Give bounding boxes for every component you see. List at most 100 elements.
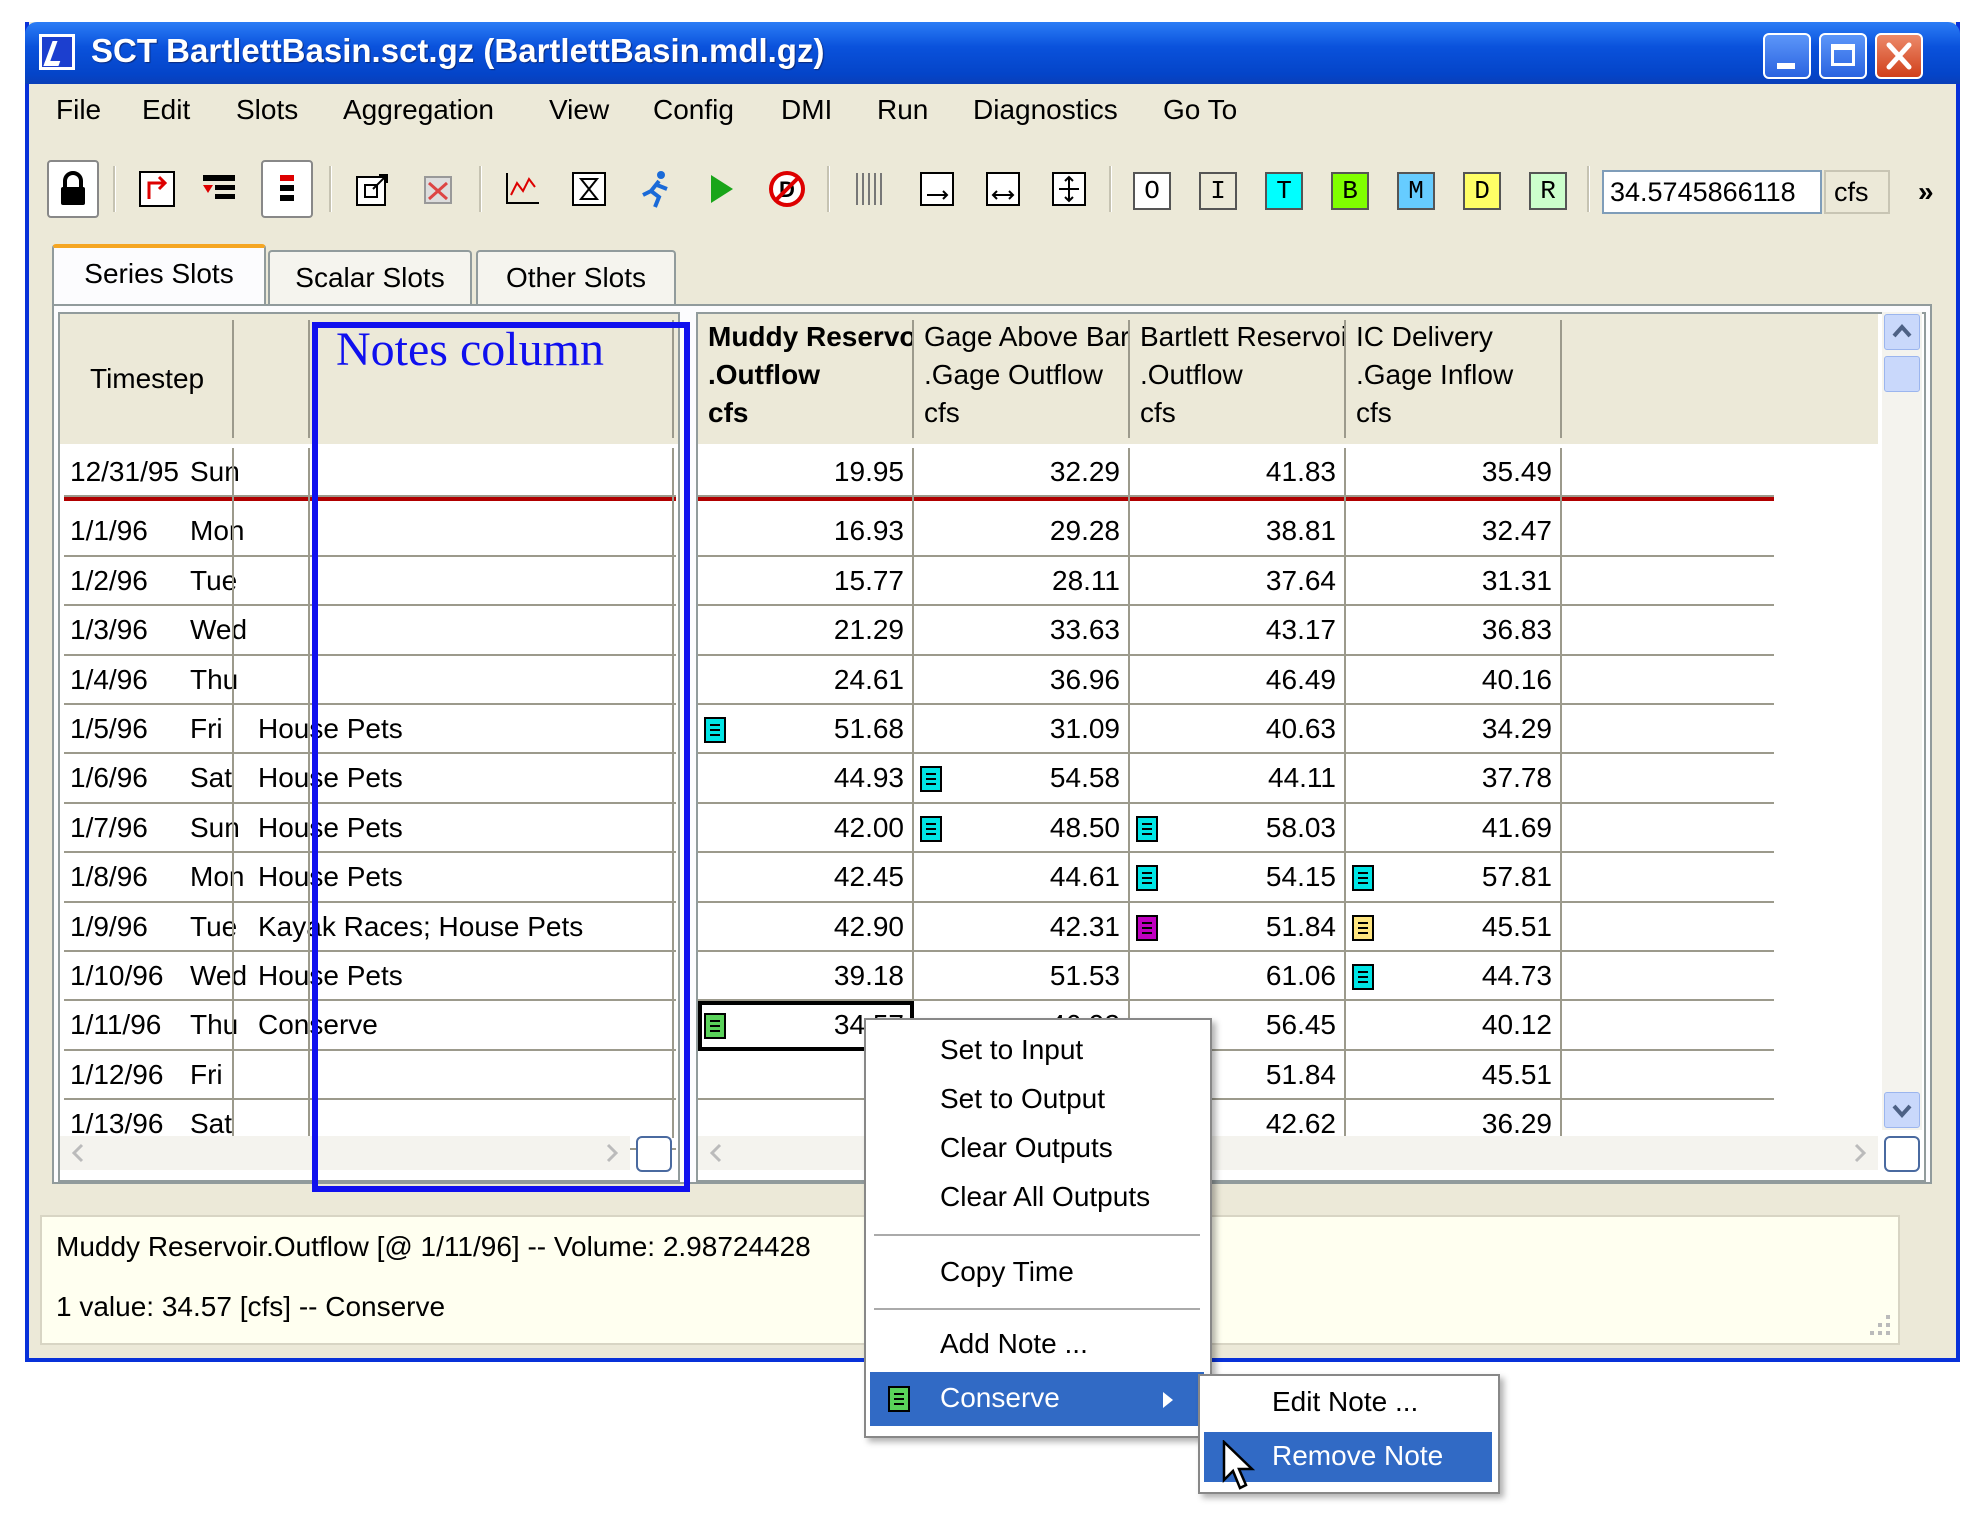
menu-aggregation[interactable]: Aggregation xyxy=(343,94,494,126)
value-cell[interactable]: 45.51 xyxy=(1346,1051,1552,1099)
value-cell[interactable]: 21.29 xyxy=(698,606,904,654)
value-cell[interactable]: 44.61 xyxy=(914,853,1120,901)
table-row[interactable]: 24.61 36.96 46.49 40.16 xyxy=(698,656,1778,705)
table-row[interactable]: 42.90 42.31 51.84 45.51 xyxy=(698,903,1778,952)
menu-go-to[interactable]: Go To xyxy=(1163,94,1237,126)
unit-field[interactable]: cfs xyxy=(1824,170,1890,214)
table-row[interactable]: 21.29 33.63 43.17 36.83 xyxy=(698,606,1778,655)
value-cell[interactable]: 44.11 xyxy=(1130,754,1336,802)
value-cell[interactable]: 51.84 xyxy=(1130,903,1336,951)
filter-rule[interactable]: R xyxy=(1529,172,1567,210)
note-icon[interactable] xyxy=(1136,914,1158,941)
value-cell[interactable]: 35.49 xyxy=(1346,448,1552,496)
menu-set-to-input[interactable]: Set to Input xyxy=(940,1034,1083,1066)
menu-config[interactable]: Config xyxy=(653,94,734,126)
table-row[interactable]: 45.3151.8445.51 xyxy=(698,1051,1778,1100)
note-icon[interactable] xyxy=(1352,914,1374,941)
scroll-thumb[interactable] xyxy=(1884,356,1920,392)
note-icon[interactable] xyxy=(1136,865,1158,892)
value-cell[interactable]: 42.90 xyxy=(698,903,904,951)
value-cell[interactable]: 34.29 xyxy=(1346,705,1552,753)
value-cell[interactable]: 43.17 xyxy=(1130,606,1336,654)
value-cell[interactable]: 24.61 xyxy=(698,656,904,704)
note-icon[interactable] xyxy=(704,717,726,743)
value-cell[interactable]: 36.83 xyxy=(1346,606,1552,654)
filter-input[interactable]: I xyxy=(1199,172,1237,210)
table-row[interactable]: 42.00 48.50 58.03 41.69 xyxy=(698,804,1778,853)
menu-file[interactable]: File xyxy=(56,94,101,126)
tab-scalar-slots[interactable]: Scalar Slots xyxy=(268,250,472,304)
menu-diagnostics[interactable]: Diagnostics xyxy=(973,94,1118,126)
column-header[interactable]: Gage Above Bartlett .Gage Outflow cfs xyxy=(924,318,1128,432)
filter-dmi[interactable]: D xyxy=(1463,172,1501,210)
stop-button[interactable]: D xyxy=(761,160,813,218)
table-row[interactable]: 44.93 54.58 44.11 37.78 xyxy=(698,754,1778,803)
play-button[interactable] xyxy=(695,160,747,218)
menu-edit[interactable]: Edit xyxy=(142,94,190,126)
value-cell[interactable]: 37.64 xyxy=(1130,557,1336,605)
value-cell[interactable]: 48.50 xyxy=(914,804,1120,852)
menu-slots[interactable]: Slots xyxy=(236,94,298,126)
value-cell[interactable]: 44.93 xyxy=(698,754,904,802)
value-field[interactable]: 34.5745866118 xyxy=(1602,170,1822,214)
align-left-button[interactable] xyxy=(911,160,963,218)
align-center-button[interactable] xyxy=(977,160,1029,218)
menu-add-note[interactable]: Add Note ... xyxy=(940,1328,1088,1360)
menu-edit-note[interactable]: Edit Note ... xyxy=(1272,1386,1418,1418)
fit-button[interactable] xyxy=(1043,160,1095,218)
note-icon[interactable] xyxy=(1136,815,1158,842)
value-cell[interactable]: 28.11 xyxy=(914,557,1120,605)
value-cell[interactable]: 42.00 xyxy=(698,804,904,852)
menu-clear-all-outputs[interactable]: Clear All Outputs xyxy=(940,1181,1150,1213)
filter-rows-button[interactable] xyxy=(193,160,245,218)
value-cell[interactable]: 16.93 xyxy=(698,507,904,555)
table-row[interactable]: 42.45 44.61 54.15 57.81 xyxy=(698,853,1778,902)
value-cell[interactable]: 42.45 xyxy=(698,853,904,901)
value-cell[interactable]: 40.63 xyxy=(1130,705,1336,753)
lock-button[interactable] xyxy=(47,160,99,218)
value-cell[interactable]: 41.69 xyxy=(1346,804,1552,852)
value-cell[interactable]: 41.83 xyxy=(1130,448,1336,496)
table-row[interactable]: 39.18 51.53 61.06 44.73 xyxy=(698,952,1778,1001)
filter-target[interactable]: T xyxy=(1265,172,1303,210)
scroll-down-button[interactable] xyxy=(1884,1092,1920,1128)
value-cell[interactable]: 51.68 xyxy=(698,705,904,753)
value-cell[interactable]: 39.18 xyxy=(698,952,904,1000)
delete-slot-button[interactable] xyxy=(413,160,465,218)
menu-set-to-output[interactable]: Set to Output xyxy=(940,1083,1105,1115)
timestep-button[interactable] xyxy=(563,160,615,218)
right-corner-button[interactable] xyxy=(1884,1136,1920,1172)
plot-button[interactable] xyxy=(497,160,549,218)
table-row[interactable]: 16.93 29.28 38.81 32.47 xyxy=(698,507,1778,556)
filter-manual[interactable]: M xyxy=(1397,172,1435,210)
value-cell[interactable]: 31.09 xyxy=(914,705,1120,753)
swap-button[interactable] xyxy=(131,160,183,218)
maximize-button[interactable] xyxy=(1819,33,1867,79)
value-cell[interactable]: 51.53 xyxy=(914,952,1120,1000)
menu-clear-outputs[interactable]: Clear Outputs xyxy=(940,1132,1113,1164)
value-cell[interactable]: 15.77 xyxy=(698,557,904,605)
column-header[interactable]: Bartlett Reservoir .Outflow cfs xyxy=(1140,318,1344,432)
toolbar-overflow-button[interactable]: » xyxy=(1918,176,1934,208)
value-cell[interactable]: 57.81 xyxy=(1346,853,1552,901)
column-header[interactable]: IC Delivery .Gage Inflow cfs xyxy=(1356,318,1560,432)
note-icon[interactable] xyxy=(1352,865,1374,892)
title-bar[interactable]: SCT BartlettBasin.sct.gz (BartlettBasin.… xyxy=(25,22,1960,84)
table-row[interactable]: 51.68 31.09 40.63 34.29 xyxy=(698,705,1778,754)
note-icon[interactable] xyxy=(1352,964,1374,990)
value-cell[interactable]: 37.78 xyxy=(1346,754,1552,802)
tab-other-slots[interactable]: Other Slots xyxy=(476,250,676,304)
value-cell[interactable]: 44.73 xyxy=(1346,952,1552,1000)
value-cell[interactable]: 61.06 xyxy=(1130,952,1336,1000)
value-cell[interactable]: 42.31 xyxy=(914,903,1120,951)
value-cell[interactable]: 19.95 xyxy=(698,448,904,496)
note-icon[interactable] xyxy=(920,766,942,793)
value-cell[interactable]: 54.58 xyxy=(914,754,1120,802)
menu-copy-time[interactable]: Copy Time xyxy=(940,1256,1074,1288)
value-cell[interactable]: 40.16 xyxy=(1346,656,1552,704)
run-figure-button[interactable] xyxy=(629,160,681,218)
value-cell[interactable]: 38.81 xyxy=(1130,507,1336,555)
menu-dmi[interactable]: DMI xyxy=(781,94,832,126)
value-cell[interactable]: 32.47 xyxy=(1346,507,1552,555)
scroll-up-button[interactable] xyxy=(1884,314,1920,350)
